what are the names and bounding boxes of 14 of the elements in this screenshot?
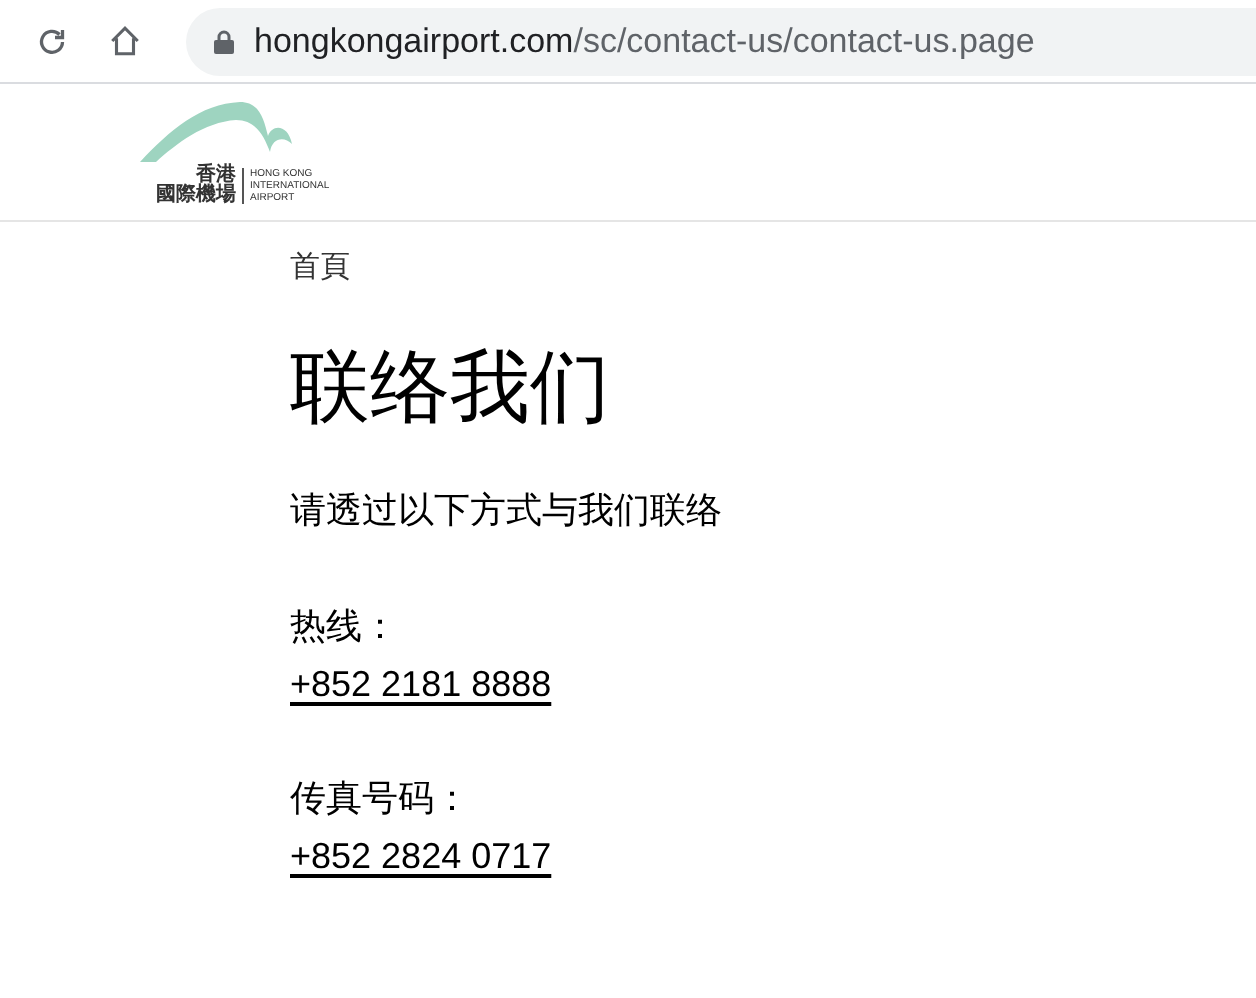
contact-label: 热线： [290, 604, 398, 650]
phone-link[interactable]: +852 2824 0717 [290, 832, 552, 880]
lock-icon [214, 29, 234, 53]
page-title: 联络我们 [290, 342, 610, 436]
address-bar[interactable]: hongkongairport.com/sc/contact-us/contact-us.page [186, 7, 1256, 75]
contact-label: 传真号码： [290, 776, 470, 822]
home-icon[interactable] [108, 24, 142, 58]
phone-link[interactable]: +852 2181 8888 [290, 660, 552, 708]
logo-chinese-text: 香港 [196, 165, 236, 185]
intro-text: 请透过以下方式与我们联络 [290, 488, 722, 534]
logo-chinese-text: 國際機場 [156, 185, 236, 205]
breadcrumb-link[interactable]: 首頁 [290, 248, 350, 288]
wave-logo-icon [140, 99, 296, 163]
url-text: hongkongairport.com/sc/contact-us/contact-us.page [254, 19, 1035, 64]
